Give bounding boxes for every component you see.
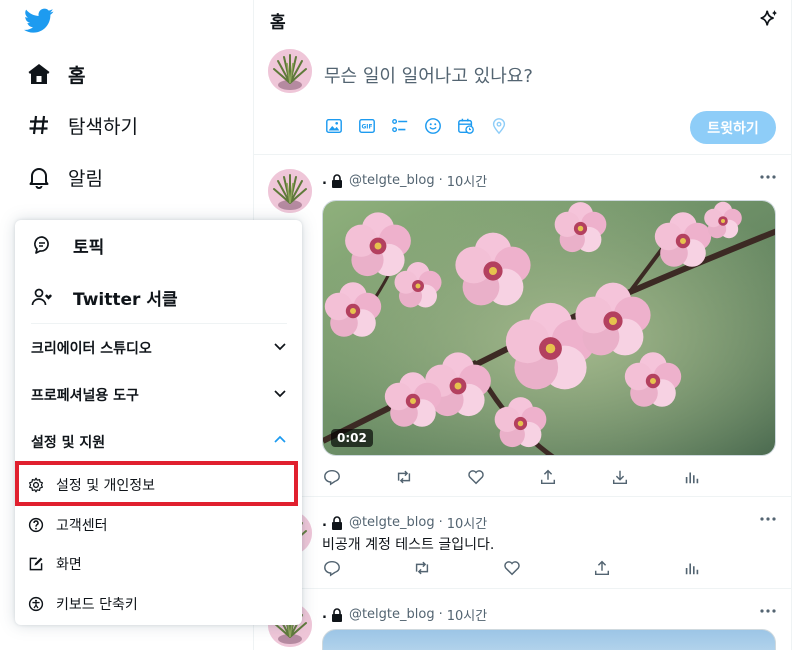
tweet-header: . @telgte_blog · 10시간 [322, 605, 487, 624]
chevron-down-icon [272, 338, 288, 358]
like-icon[interactable] [502, 558, 522, 578]
section-label: 크리에이터 스튜디오 [31, 341, 152, 357]
menu-item-help-center[interactable]: 고객센터 [15, 506, 302, 544]
like-icon[interactable] [466, 467, 486, 487]
bell-icon [26, 164, 52, 190]
tweet[interactable]: . @telgte_blog · 10시간 [254, 155, 792, 497]
more-menu-popup: 토픽 Twitter 서클 크리에이터 스튜디오 프로페셔널용 도구 설정 및 … [15, 220, 302, 625]
topic-icon [31, 234, 53, 256]
menu-item-keyboard-shortcuts[interactable]: 키보드 단축키 [15, 585, 302, 623]
tweet-actions [322, 467, 702, 487]
share-icon[interactable] [538, 467, 558, 487]
hashtag-icon [26, 112, 52, 138]
compose-toolbar: GIF [324, 116, 509, 136]
download-icon[interactable] [610, 467, 630, 487]
share-icon[interactable] [592, 558, 612, 578]
divider [31, 323, 287, 324]
tweet-handle[interactable]: @telgte_blog [349, 515, 435, 530]
tweet-author-name[interactable]: . [322, 173, 327, 188]
nav-label: 홈 [68, 64, 86, 87]
avatar[interactable] [268, 49, 312, 93]
menu-item-label: 고객센터 [56, 518, 108, 534]
poll-icon[interactable] [390, 116, 410, 136]
menu-item-label: 키보드 단축키 [56, 597, 138, 613]
menu-item-topics[interactable]: 토픽 [15, 220, 302, 270]
home-icon [26, 61, 52, 87]
tweet-author-name[interactable]: . [322, 607, 327, 622]
page-title: 홈 [270, 13, 286, 33]
retweet-icon[interactable] [412, 558, 432, 578]
scrollbar[interactable] [792, 0, 810, 650]
nav-label: 알림 [68, 167, 103, 190]
section-settings-support[interactable]: 설정 및 지원 [15, 420, 302, 464]
timeline-header: 홈 [254, 0, 792, 38]
reply-icon[interactable] [322, 467, 342, 487]
home-timeline: 홈 무슨 일이 일어나고 있나요? GIF 트윗하기 . @telgte_blo… [254, 0, 792, 650]
highlight-box [15, 461, 298, 506]
section-label: 설정 및 지원 [31, 435, 106, 451]
tweet-image[interactable] [322, 629, 776, 650]
separator: · [438, 607, 443, 622]
compose-box: 무슨 일이 일어나고 있나요? GIF 트윗하기 [254, 38, 792, 155]
more-icon[interactable] [758, 511, 778, 527]
section-creator-studio[interactable]: 크리에이터 스튜디오 [15, 326, 302, 370]
section-professional-tools[interactable]: 프로페셔널용 도구 [15, 373, 302, 417]
nav-item-home[interactable]: 홈 [14, 52, 97, 96]
analytics-icon[interactable] [682, 467, 702, 487]
menu-item-label: Twitter 서클 [73, 289, 178, 310]
tweet-button[interactable]: 트윗하기 [690, 111, 776, 144]
nav-item-notifications[interactable]: 알림 [14, 155, 115, 199]
location-icon[interactable] [489, 116, 509, 136]
tweet[interactable]: . @telgte_blog · 10시간 [254, 589, 792, 650]
menu-item-display[interactable]: 화면 [15, 545, 302, 583]
reply-icon[interactable] [322, 558, 342, 578]
menu-item-label: 토픽 [73, 237, 105, 258]
section-label: 프로페셔널용 도구 [31, 388, 139, 404]
twitter-home-page: 홈 탐색하기 알림 홈 무슨 일이 일어나고 있나요? GIF 트윗하기 . @… [0, 0, 810, 650]
display-icon [28, 556, 44, 572]
tweet-handle[interactable]: @telgte_blog [349, 173, 435, 188]
cherry-blossom-video-thumbnail [323, 201, 775, 455]
schedule-icon[interactable] [456, 116, 476, 136]
image-icon[interactable] [324, 116, 344, 136]
compose-input[interactable]: 무슨 일이 일어나고 있나요? [324, 62, 533, 88]
svg-text:GIF: GIF [362, 125, 373, 131]
nav-label: 탐색하기 [68, 115, 138, 138]
tweet-author-name[interactable]: . [322, 515, 327, 530]
lock-icon [331, 515, 343, 530]
lock-icon [331, 607, 343, 622]
menu-item-twitter-circle[interactable]: Twitter 서클 [15, 272, 302, 322]
tweet-header: . @telgte_blog · 10시간 [322, 171, 487, 190]
chevron-up-icon [272, 432, 288, 452]
accessibility-icon [28, 596, 44, 612]
tweet[interactable]: . @telgte_blog · 10시간 비공개 계정 테스트 글입니다. [254, 497, 792, 589]
help-icon [28, 517, 44, 533]
separator: · [438, 173, 443, 188]
tweet-video[interactable]: 0:02 [322, 200, 776, 456]
analytics-icon[interactable] [682, 558, 702, 578]
tweet-actions [322, 558, 702, 578]
sparkle-icon[interactable] [758, 8, 780, 30]
twitter-bird-icon[interactable] [24, 8, 54, 34]
tweet-time[interactable]: 10시간 [447, 513, 487, 532]
tweet-header: . @telgte_blog · 10시간 [322, 513, 487, 532]
video-duration: 0:02 [331, 429, 373, 447]
chevron-down-icon [272, 385, 288, 405]
gif-icon[interactable]: GIF [357, 116, 377, 136]
avatar[interactable] [268, 169, 312, 213]
tweet-time[interactable]: 10시간 [447, 605, 487, 624]
more-icon[interactable] [758, 603, 778, 619]
menu-item-label: 화면 [56, 557, 82, 573]
more-icon[interactable] [758, 169, 778, 185]
circle-people-icon [31, 286, 53, 308]
separator: · [438, 515, 443, 530]
nav-item-explore[interactable]: 탐색하기 [14, 103, 150, 147]
lock-icon [331, 173, 343, 188]
tweet-text: 비공개 계정 테스트 글입니다. [322, 537, 495, 553]
tweet-handle[interactable]: @telgte_blog [349, 607, 435, 622]
emoji-icon[interactable] [423, 116, 443, 136]
tweet-time[interactable]: 10시간 [447, 171, 487, 190]
retweet-icon[interactable] [394, 467, 414, 487]
